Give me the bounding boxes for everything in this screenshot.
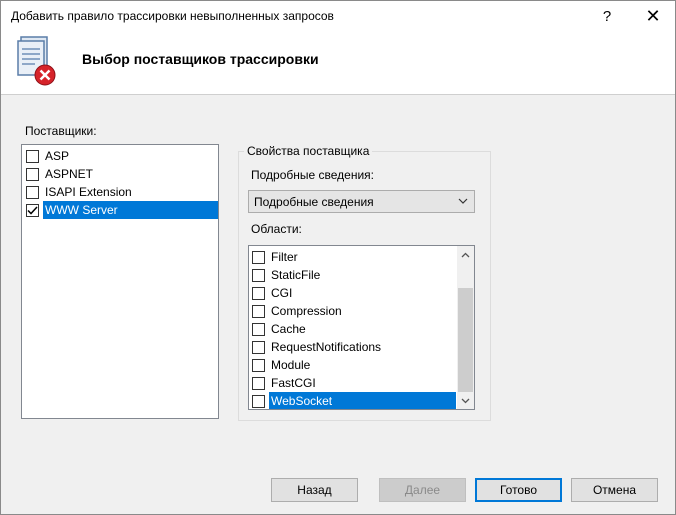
checkbox[interactable] [252,340,265,354]
window-title: Добавить правило трассировки невыполненн… [11,9,334,23]
checkbox[interactable] [252,394,265,408]
area-item[interactable]: FastCGI [250,374,456,392]
area-item-label: WebSocket [269,392,456,409]
area-item[interactable]: RequestNotifications [250,338,456,356]
checkbox[interactable] [252,376,265,390]
wizard-header: Выбор поставщиков трассировки [1,31,675,95]
trace-rule-error-icon [17,36,56,86]
checkbox[interactable] [26,149,39,163]
provider-item-label: ASP [45,149,70,163]
close-icon: ✕ [645,5,661,26]
checkbox[interactable] [26,185,39,199]
areas-label: Области: [251,222,302,236]
scroll-down-button[interactable] [457,392,474,409]
checkmark-icon [27,205,38,215]
help-icon: ? [602,7,612,25]
area-item[interactable]: Filter [250,248,456,266]
providers-list[interactable]: ASP ASPNET ISAPI Extension WWW Server [21,144,219,419]
checkbox[interactable] [252,304,265,318]
chevron-up-icon [461,252,470,257]
checkbox[interactable] [252,268,265,282]
area-item[interactable]: CGI [250,284,456,302]
close-button[interactable]: ✕ [631,1,675,31]
verbosity-select[interactable]: Подробные сведения [248,190,475,213]
area-item-label: Compression [271,304,342,318]
page-title: Выбор поставщиков трассировки [82,51,319,67]
area-item-label: FastCGI [271,376,316,390]
checkbox[interactable] [252,250,265,264]
dialog-window: Добавить правило трассировки невыполненн… [0,0,676,515]
provider-item[interactable]: WWW Server [24,201,218,219]
help-button[interactable]: ? [585,1,629,31]
provider-item-label: ISAPI Extension [45,185,132,199]
area-item-label: Filter [271,250,298,264]
checkbox[interactable] [26,167,39,181]
checkbox[interactable] [252,322,265,336]
provider-properties-legend: Свойства поставщика [244,144,373,158]
provider-item-label: WWW Server [43,201,218,219]
area-item[interactable]: Compression [250,302,456,320]
area-item-label: RequestNotifications [271,340,382,354]
area-item-label: Cache [271,322,306,336]
scroll-thumb[interactable] [458,288,473,392]
checkbox[interactable] [26,203,39,217]
verbosity-value: Подробные сведения [254,194,374,209]
finish-button[interactable]: Готово [475,478,562,502]
area-item[interactable]: StaticFile [250,266,456,284]
checkbox[interactable] [252,286,265,300]
provider-item-label: ASPNET [45,167,94,181]
title-bar: Добавить правило трассировки невыполненн… [1,1,675,31]
chevron-down-icon [461,398,470,403]
back-button[interactable]: Назад [271,478,358,502]
verbosity-label: Подробные сведения: [251,168,375,182]
area-item[interactable]: WebSocket [250,392,456,409]
checkbox[interactable] [252,358,265,372]
cancel-button[interactable]: Отмена [571,478,658,502]
scroll-up-button[interactable] [457,246,474,263]
area-item-label: StaticFile [271,268,321,282]
area-item[interactable]: Cache [250,320,456,338]
provider-item[interactable]: ISAPI Extension [24,183,218,201]
areas-list[interactable]: Filter StaticFile CGI Compression Cache Reque… [248,245,475,410]
area-item[interactable]: Module [250,356,456,374]
areas-scrollbar[interactable] [457,246,474,409]
provider-item[interactable]: ASPNET [24,165,218,183]
chevron-down-icon [458,198,468,204]
provider-item[interactable]: ASP [24,147,218,165]
next-button[interactable]: Далее [379,478,466,502]
providers-label: Поставщики: [25,124,97,138]
area-item-label: CGI [271,286,293,300]
area-item-label: Module [271,358,311,372]
